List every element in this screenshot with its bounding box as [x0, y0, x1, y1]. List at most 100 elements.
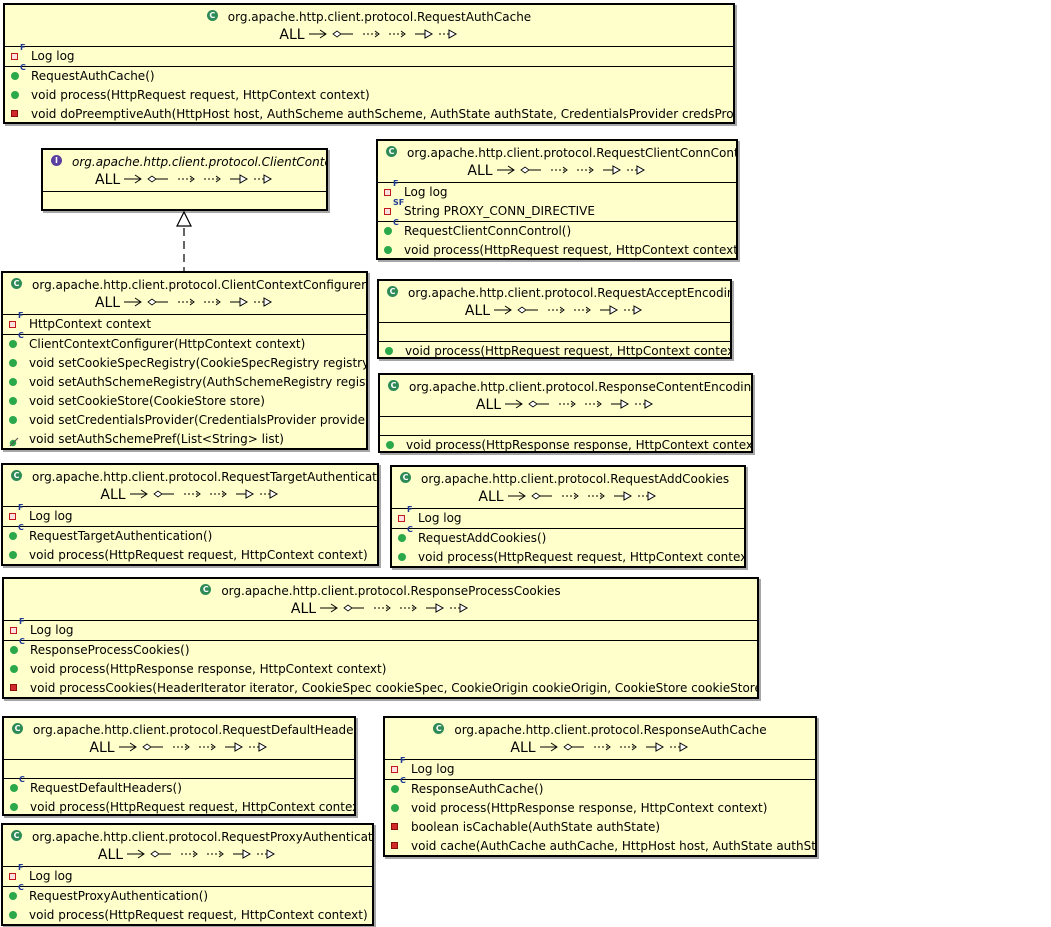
- member-signature: ClientContextConfigurer(HttpContext cont…: [29, 337, 306, 351]
- class-box-ResponseAuthCache[interactable]: Corg.apache.http.client.protocol.Respons…: [383, 716, 817, 857]
- class-name: org.apache.http.client.protocol.RequestA…: [227, 9, 532, 24]
- relationship-filter[interactable]: ALL: [389, 738, 811, 758]
- method-row[interactable]: void cache(AuthCache authCache, HttpHost…: [385, 837, 815, 855]
- method-row[interactable]: void process(HttpRequest request, HttpCo…: [3, 906, 372, 924]
- class-box-RequestAcceptEncoding[interactable]: Corg.apache.http.client.protocol.Request…: [377, 279, 732, 359]
- relationship-filter[interactable]: ALL: [382, 161, 732, 181]
- method-row[interactable]: C RequestAuthCache(): [5, 63, 733, 86]
- member-signature: void process(HttpRequest request, HttpCo…: [404, 243, 738, 257]
- modifier-badge: F: [400, 756, 406, 765]
- field-row[interactable]: F Log log: [3, 863, 372, 886]
- relationship-filter[interactable]: ALL: [7, 293, 362, 313]
- relationship-filter[interactable]: ALL: [7, 485, 373, 505]
- relationship-filter[interactable]: ALL: [8, 599, 753, 619]
- relationship-filter-icons: [539, 742, 688, 752]
- relationship-filter-icons: [129, 489, 278, 499]
- class-box-RequestAddCookies[interactable]: Corg.apache.http.client.protocol.Request…: [390, 465, 746, 568]
- field-row[interactable]: SF String PROXY_CONN_DIRECTIVE: [378, 198, 736, 221]
- class-box-ResponseContentEncoding[interactable]: Corg.apache.http.client.protocol.Respons…: [378, 373, 753, 453]
- visibility-icons: C: [384, 218, 404, 241]
- method-row[interactable]: void setCookieSpecRegistry(CookieSpecReg…: [3, 354, 366, 373]
- method-row[interactable]: void process(HttpRequest request, HttpCo…: [378, 241, 738, 258]
- method-row[interactable]: void process(HttpResponse response, Http…: [380, 436, 751, 451]
- public-method-icon: [9, 340, 17, 348]
- field-row[interactable]: F Log log: [5, 43, 733, 66]
- visibility-icons: [10, 798, 30, 814]
- visibility-icons: [391, 799, 411, 818]
- class-box-ClientContextConfigurer[interactable]: Corg.apache.http.client.protocol.ClientC…: [1, 271, 368, 450]
- visibility-icons: [385, 342, 405, 357]
- interface-box-ClientContext[interactable]: Iorg.apache.http.client.protocol.ClientC…: [41, 148, 328, 211]
- field-row[interactable]: F Log log: [392, 505, 744, 528]
- method-row[interactable]: C ResponseProcessCookies(): [4, 637, 757, 660]
- class-box-ResponseProcessCookies[interactable]: Corg.apache.http.client.protocol.Respons…: [2, 577, 759, 699]
- method-row[interactable]: C RequestClientConnControl(): [378, 218, 736, 241]
- relationship-filter[interactable]: ALL: [47, 170, 322, 190]
- method-row[interactable]: void setAuthSchemePref(List<String> list…: [3, 430, 366, 448]
- field-row[interactable]: F Log log: [4, 617, 757, 640]
- class-name: org.apache.http.client.protocol.ClientCo…: [32, 277, 367, 292]
- field-row[interactable]: F Log log: [385, 756, 815, 779]
- private-method-icon: [391, 842, 398, 849]
- method-row[interactable]: void process(HttpRequest request, HttpCo…: [379, 342, 732, 358]
- class-box-RequestDefaultHeaders[interactable]: Corg.apache.http.client.protocol.Request…: [2, 716, 356, 816]
- member-signature: Log log: [418, 511, 462, 525]
- class-icon: C: [11, 830, 22, 841]
- method-row[interactable]: C RequestProxyAuthentication(): [3, 883, 372, 906]
- modifier-badge: C: [20, 63, 26, 72]
- method-row[interactable]: C ClientContextConfigurer(HttpContext con…: [3, 331, 366, 354]
- relationship-filter[interactable]: ALL: [396, 487, 740, 507]
- method-row[interactable]: boolean isCachable(AuthState authState): [385, 818, 815, 837]
- class-icon: C: [11, 470, 22, 481]
- class-name: org.apache.http.client.protocol.Response…: [409, 379, 753, 394]
- class-icon: C: [200, 584, 212, 595]
- class-header: Corg.apache.http.client.protocol.Request…: [379, 281, 730, 323]
- method-row[interactable]: C RequestTargetAuthentication(): [3, 523, 377, 546]
- public-method-icon: [10, 803, 18, 811]
- class-box-RequestAuthCache[interactable]: Corg.apache.http.client.protocol.Request…: [3, 3, 735, 124]
- field-row[interactable]: F Log log: [378, 179, 736, 202]
- member-signature: Log log: [411, 762, 455, 776]
- class-box-RequestClientConnControl[interactable]: Corg.apache.http.client.protocol.Request…: [376, 139, 738, 260]
- class-box-RequestProxyAuthentication[interactable]: Corg.apache.http.client.protocol.Request…: [1, 823, 374, 926]
- relationship-filter[interactable]: ALL: [7, 845, 368, 865]
- method-row[interactable]: void setCookieStore(CookieStore store): [3, 392, 366, 411]
- method-row[interactable]: void process(HttpRequest request, HttpCo…: [4, 798, 354, 814]
- method-row[interactable]: void process(HttpResponse response, Http…: [4, 660, 757, 679]
- public-method-icon: [384, 227, 392, 235]
- fields-section: F Log log: [3, 863, 372, 887]
- public-method-icon: [9, 397, 17, 405]
- fields-section: [43, 192, 326, 209]
- method-row[interactable]: C RequestDefaultHeaders(): [4, 775, 354, 798]
- relationship-filter-icons: [507, 491, 656, 501]
- fields-section: [4, 760, 354, 779]
- filter-all-label: ALL: [94, 295, 121, 311]
- visibility-icons: [391, 837, 411, 855]
- method-row[interactable]: void doPreemptiveAuth(HttpHost host, Aut…: [5, 105, 733, 122]
- visibility-icons: [11, 105, 31, 122]
- relationship-filter[interactable]: ALL: [384, 395, 747, 415]
- visibility-icons: [10, 660, 30, 679]
- relationship-filter[interactable]: ALL: [383, 301, 726, 321]
- method-row[interactable]: void setAuthSchemeRegistry(AuthSchemeReg…: [3, 373, 366, 392]
- visibility-icons: [386, 436, 406, 451]
- method-row[interactable]: void process(HttpRequest request, HttpCo…: [392, 548, 744, 566]
- method-row[interactable]: void setCredentialsProvider(CredentialsP…: [3, 411, 366, 430]
- method-row[interactable]: C ResponseAuthCache(): [385, 776, 815, 799]
- relationship-filter[interactable]: ALL: [8, 738, 350, 758]
- relationship-filter[interactable]: ALL: [9, 25, 729, 45]
- class-box-RequestTargetAuthentication[interactable]: Corg.apache.http.client.protocol.Request…: [1, 463, 379, 566]
- private-field-icon: [11, 53, 18, 60]
- method-row[interactable]: void process(HttpRequest request, HttpCo…: [3, 546, 377, 564]
- relationship-filter-icons: [124, 174, 273, 184]
- method-row[interactable]: C RequestAddCookies(): [392, 525, 744, 548]
- field-row[interactable]: F HttpContext context: [3, 311, 366, 334]
- member-signature: void process(HttpRequest request, HttpCo…: [405, 344, 732, 358]
- method-row[interactable]: void process(HttpResponse response, Http…: [385, 799, 815, 818]
- method-row[interactable]: void process(HttpRequest request, HttpCo…: [5, 86, 733, 105]
- class-icon: C: [12, 723, 23, 734]
- method-row[interactable]: void processCookies(HeaderIterator itera…: [4, 679, 757, 697]
- field-row[interactable]: F Log log: [3, 503, 377, 526]
- modifier-badge: C: [18, 883, 24, 892]
- class-name: org.apache.http.client.protocol.RequestA…: [408, 285, 732, 300]
